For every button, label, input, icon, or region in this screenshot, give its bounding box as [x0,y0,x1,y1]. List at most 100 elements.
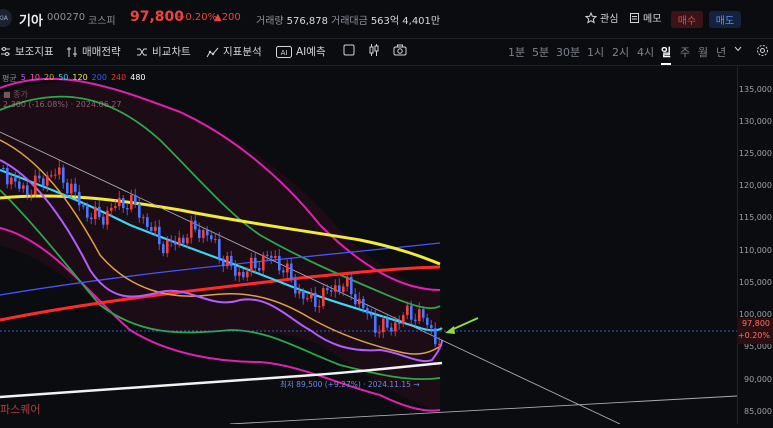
candle-body [414,319,417,322]
volume-value: 576,878 [286,16,328,27]
period-dropdown[interactable] [734,46,742,52]
strategy-button[interactable]: 매매전략 [66,44,121,59]
indicator-analysis-button[interactable]: 지표분석 [206,44,262,59]
candle-body [394,322,397,332]
candle-body [430,324,433,329]
period-30min[interactable]: 30분 [556,44,580,60]
candle-body [94,206,97,220]
candle-body [74,183,77,192]
change-percent: +0.20% [177,12,218,23]
y-tick: 135,000 [738,85,772,94]
candle-body [218,239,221,259]
candle-body [58,167,61,175]
candle-body [230,255,233,266]
compare-chart-label: 비교차트 [152,46,191,58]
period-day[interactable]: 일 [661,44,672,65]
screenshot-button[interactable] [393,44,407,56]
candle-body [418,309,421,322]
legend-ma-10: 10 [29,73,41,82]
memo-button[interactable]: 메모 [629,10,661,25]
candle-body [258,267,261,271]
period-week[interactable]: 주 [680,44,690,60]
gear-icon [757,45,768,56]
candle-body [282,270,285,273]
candle-body [62,167,65,183]
period-5min[interactable]: 5분 [532,44,549,60]
current-price-tag-change: +0.20% [737,331,770,340]
candle-body [198,229,201,239]
candle-body [2,168,5,169]
chart-settings-button[interactable] [756,44,769,57]
legend-ma-5: 5 [20,73,26,82]
price-axis[interactable]: 135,000 130,000 125,000 120,000 115,000 … [737,66,773,424]
price-chart[interactable] [0,66,738,425]
candle-body [66,182,69,194]
candle-body [422,309,425,318]
candle-body [302,291,305,299]
period-1hour[interactable]: 1시 [587,44,604,60]
legend-high-note: 2,300 (-16.08%) · 2024.06.27 [3,100,122,109]
memo-label: 메모 [643,14,662,25]
candle-body [174,241,177,245]
indicator-settings-label: 보조지표 [15,46,54,58]
ai-predict-button[interactable]: AI AI예측 [276,44,326,59]
candle-body [186,237,189,244]
stock-header: KIA 기아 000270 코스피 97,800 +0.20% ▲200 거래량… [0,0,773,38]
candle-body [170,240,173,242]
candle-body [14,177,17,182]
change-amount: ▲200 [214,12,241,23]
period-4hour[interactable]: 4시 [637,44,654,60]
candle-body [298,291,301,294]
candle-body [262,254,265,271]
candle-body [222,258,225,267]
y-tick: 120,000 [738,181,772,190]
candle-body [182,237,185,244]
period-1min[interactable]: 1분 [508,44,525,60]
current-price-tag: 97,800 +0.20% [737,318,773,344]
candle-body [34,175,37,195]
candle-body [334,285,337,292]
star-icon [585,11,597,24]
candle-body [342,286,345,292]
candle-body [306,298,309,300]
candle-body [138,203,141,218]
candle-body [26,185,29,195]
candle-body [242,272,245,278]
candle-body [322,288,325,307]
period-month[interactable]: 월 [698,44,708,60]
amount-info: 거래대금 563억 4,401만 [331,12,440,27]
compare-chart-button[interactable]: 비교차트 [136,44,191,59]
buy-button[interactable]: 매수 [671,11,703,28]
candle-body [274,255,277,258]
legend-ma-480: 480 [130,73,146,82]
crosshair-toggle-button[interactable] [343,44,355,56]
candle-body [214,239,217,241]
candle-body [378,332,381,334]
candle-body [142,217,145,219]
candle-body [6,168,9,185]
y-tick: 85,000 [744,407,772,416]
candle-body [110,207,113,211]
candle-body [294,279,297,294]
period-2hour[interactable]: 2시 [612,44,629,60]
candle-type-button[interactable] [368,44,380,56]
stock-code: 000270 [47,12,86,23]
legend-ma-50: 50 [58,73,69,82]
candle-body [234,265,237,276]
legend-ma-200: 200 [91,73,107,82]
brand-watermark: 파스퀘어 [0,403,41,416]
candle-body [158,226,161,245]
favorite-button[interactable]: 관심 [585,10,618,25]
strategy-icon [67,46,77,57]
indicator-settings-button[interactable]: 보조지표 [0,44,54,59]
low-price-annotation: 최저 89,500 (+9.27%) · 2024.11.15 → [280,380,420,389]
square-icon [343,44,355,56]
company-logo: KIA [0,9,12,27]
period-year[interactable]: 년 [716,44,726,60]
indicator-analysis-label: 지표분석 [223,46,262,58]
stock-name[interactable]: 기아 [19,10,43,29]
legend-ma-20: 20 [44,73,55,82]
candle-body [114,206,117,208]
sell-button[interactable]: 매도 [709,11,741,28]
candle-body [86,206,89,218]
